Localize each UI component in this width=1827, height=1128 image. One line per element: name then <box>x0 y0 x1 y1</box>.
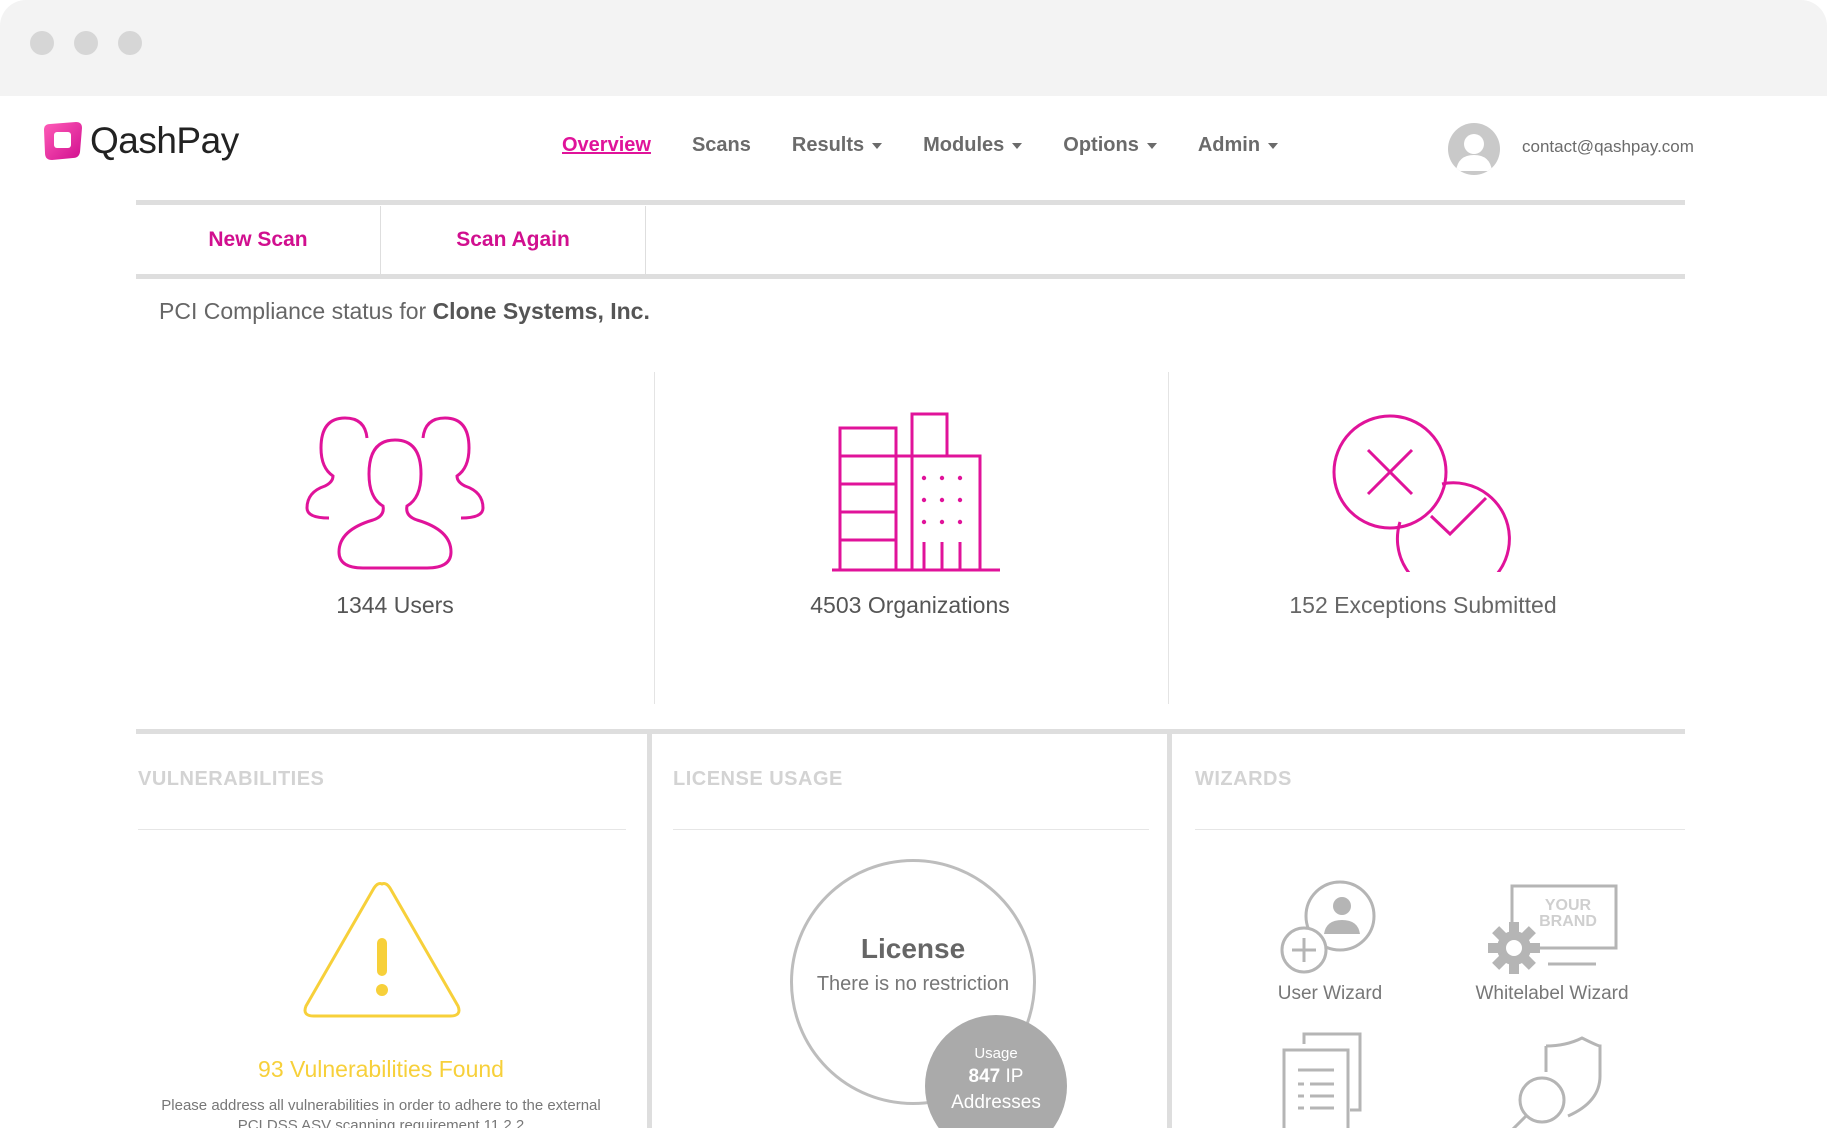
nav-scans-label: Scans <box>691 134 751 156</box>
exceptions-count[interactable]: 152 Exceptions Submitted <box>1243 592 1603 619</box>
user-email[interactable]: contact@qashpay.com <box>1522 137 1694 157</box>
users-icon <box>305 416 485 570</box>
new-scan-button[interactable]: New Scan <box>136 206 381 274</box>
nav-results-label: Results <box>791 134 865 156</box>
user-wizard-icon[interactable] <box>1278 878 1382 978</box>
brand-logo[interactable]: QashPay <box>42 120 239 162</box>
nav-overview[interactable]: Overview <box>562 134 651 157</box>
compliance-status: PCI Compliance status for Clone Systems,… <box>159 298 650 325</box>
window-maximize-dot[interactable] <box>118 31 142 55</box>
nav-admin[interactable]: Admin <box>1197 134 1279 157</box>
building-icon <box>832 412 1000 572</box>
usage-count: 847 <box>968 1066 1001 1087</box>
exceptions-icon <box>1332 414 1511 572</box>
nav-options[interactable]: Options <box>1063 134 1157 157</box>
action-toolbar: New Scan Scan Again <box>136 206 1685 274</box>
panels-top-rule <box>136 729 1685 734</box>
whitelabel-wizard-label[interactable]: Whitelabel Wizard <box>1452 983 1652 1005</box>
gear-icon <box>1488 922 1540 974</box>
vulnerabilities-description: Please address all vulnerabilities in or… <box>136 1096 626 1128</box>
toolbar-top-rule <box>136 200 1685 205</box>
vulnerabilities-description-line: PCI DSS ASV scanning requirement 11.2.2 <box>237 1117 525 1128</box>
usage-unit-line: Addresses <box>951 1092 1041 1113</box>
chevron-down-icon <box>872 142 883 149</box>
stats-divider <box>1168 372 1169 704</box>
panel-divider <box>647 729 652 1128</box>
window-minimize-dot[interactable] <box>74 31 98 55</box>
license-heading: License <box>860 933 966 964</box>
nav-options-label: Options <box>1063 134 1139 156</box>
nav-modules[interactable]: Modules <box>923 134 1023 157</box>
warning-icon <box>303 882 461 1018</box>
usage-value: 847 IP <box>925 1066 1067 1088</box>
scan-again-button[interactable]: Scan Again <box>381 206 646 274</box>
qashpay-logo-icon <box>44 122 82 160</box>
license-subtitle: There is no restriction <box>816 973 1010 995</box>
panel-divider <box>1167 729 1172 1128</box>
panel-title-rule <box>1195 829 1685 830</box>
nav-overview-label: Overview <box>562 134 651 156</box>
license-usage-title: LICENSE USAGE <box>673 768 843 790</box>
toolbar-bottom-rule <box>136 274 1685 279</box>
main-nav: Overview Scans Results Modules Options A… <box>562 134 1319 157</box>
whitelabel-wizard-icon[interactable]: YOUR BRAND <box>1488 884 1618 974</box>
nav-modules-label: Modules <box>923 134 1005 156</box>
window-chrome <box>0 0 1827 96</box>
nav-scans[interactable]: Scans <box>692 134 751 157</box>
stats-divider <box>654 372 655 704</box>
brand-text-brand: BRAND <box>1539 913 1597 930</box>
user-avatar[interactable] <box>1448 123 1500 175</box>
usage-label: Usage <box>974 1045 1018 1062</box>
vulnerabilities-count[interactable]: 93 Vulnerabilities Found <box>136 1056 626 1083</box>
user-wizard-label[interactable]: User Wizard <box>1230 983 1430 1005</box>
chevron-down-icon <box>1012 142 1023 149</box>
nav-results[interactable]: Results <box>791 134 883 157</box>
browser-window: QashPay Overview Scans Results Modules O… <box>0 0 1827 1128</box>
brand-text-your: YOUR <box>1545 897 1592 914</box>
documents-icon[interactable] <box>1278 1030 1378 1128</box>
panel-title-rule <box>138 829 626 830</box>
status-prefix: PCI Compliance status for <box>159 298 433 324</box>
vulnerabilities-description-line: Please address all vulnerabilities in or… <box>161 1097 601 1114</box>
company-name: Clone Systems, Inc. <box>432 298 650 324</box>
users-count[interactable]: 1344 Users <box>215 592 575 619</box>
window-close-dot[interactable] <box>30 31 54 55</box>
usage-unit: IP <box>1000 1066 1024 1087</box>
vulnerabilities-title: VULNERABILITIES <box>138 768 325 790</box>
nav-admin-label: Admin <box>1197 134 1261 156</box>
shield-search-icon[interactable] <box>1506 1036 1606 1128</box>
chevron-down-icon <box>1146 142 1157 149</box>
panel-title-rule <box>673 829 1149 830</box>
chevron-down-icon <box>1268 142 1279 149</box>
brand-name: QashPay <box>90 120 239 161</box>
wizards-title: WIZARDS <box>1195 768 1292 790</box>
user-avatar-icon <box>1456 134 1492 171</box>
organizations-count[interactable]: 4503 Organizations <box>730 592 1090 619</box>
